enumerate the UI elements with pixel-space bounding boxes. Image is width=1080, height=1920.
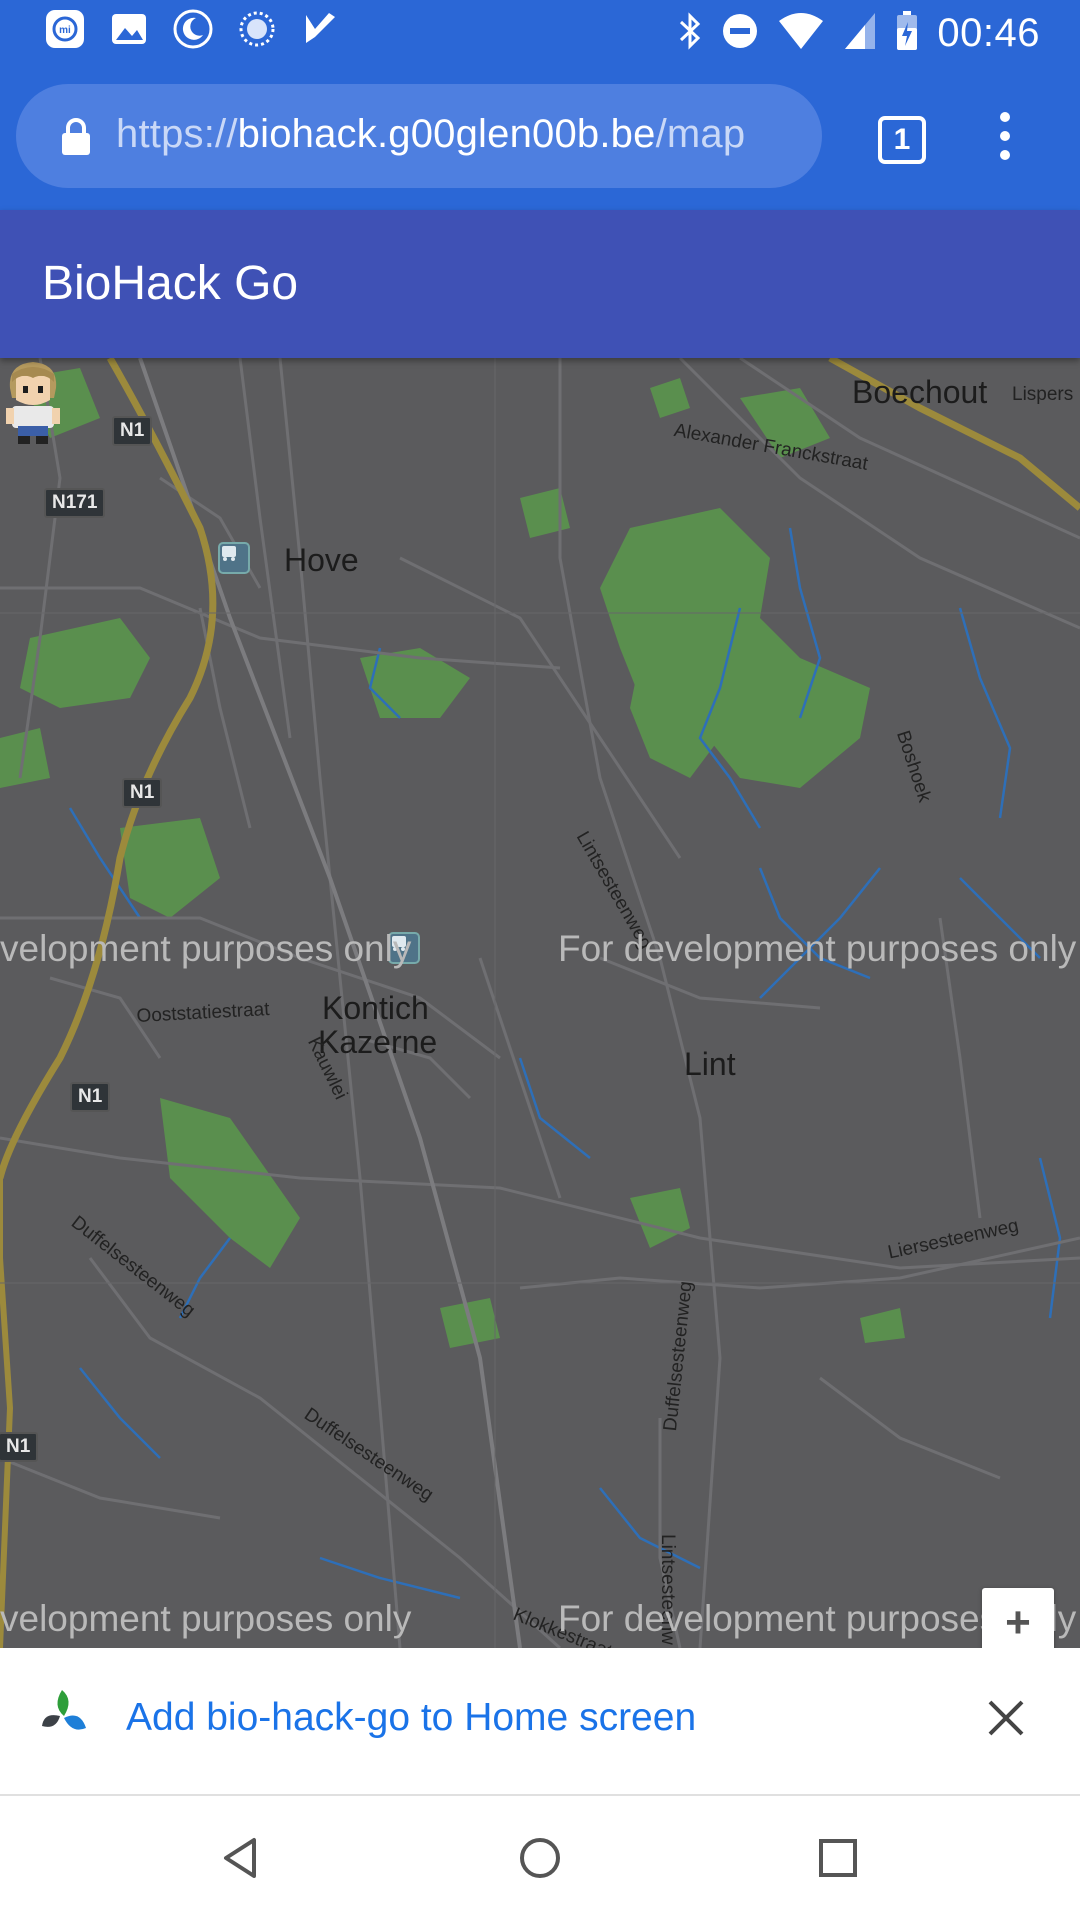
app-title: BioHack Go: [42, 257, 299, 310]
status-left-icons: mi: [44, 8, 342, 50]
system-nav-bar: [0, 1796, 1080, 1920]
place-label-lispers: Lispers: [1012, 384, 1074, 405]
place-label-kazerne: Kazerne: [318, 1024, 438, 1060]
wifi-icon: [777, 11, 825, 56]
browser-toolbar: https://biohack.g00glen00b.be/map 1: [0, 64, 1080, 210]
player-avatar-icon[interactable]: [0, 358, 66, 444]
road-shield-n1: N1: [122, 778, 163, 808]
status-bar: mi 00:46: [0, 0, 1080, 64]
road-shield-n1: N1: [112, 416, 153, 446]
check-icon: [300, 8, 342, 50]
status-right-icons: 00:46: [677, 10, 1040, 57]
place-label-boechout: Boechout: [852, 374, 988, 410]
dot-icon: [1000, 131, 1010, 141]
back-icon[interactable]: [218, 1834, 266, 1882]
url-scheme: https://: [116, 112, 238, 156]
dot-icon: [1000, 112, 1010, 122]
map-view[interactable]: N1 N171 N1 N1 N1 Boechout Lispers Hove K…: [0, 358, 1080, 1648]
bus-stop-icon: [218, 542, 250, 574]
app-bar: BioHack Go: [0, 210, 1080, 358]
url-path: /map: [655, 112, 746, 156]
place-label-hove: Hove: [284, 542, 359, 578]
home-icon[interactable]: [516, 1834, 564, 1882]
sync-icon: [236, 8, 278, 50]
dev-watermark: For development purposes only: [558, 928, 1077, 969]
battery-icon: [895, 10, 919, 57]
dev-watermark: velopment purposes only: [0, 1598, 412, 1639]
do-not-disturb-icon: [721, 12, 759, 55]
add-to-home-banner[interactable]: Add bio-hack-go to Home screen: [0, 1648, 1080, 1796]
url-bar[interactable]: https://biohack.g00glen00b.be/map: [16, 84, 822, 188]
place-label-lint: Lint: [684, 1046, 736, 1082]
map-tiles: [0, 358, 1080, 1648]
app-logo-icon: [42, 1690, 86, 1730]
gallery-icon: [108, 8, 150, 50]
browser-menu-button[interactable]: [996, 112, 1014, 160]
mi-icon: mi: [44, 8, 86, 50]
status-time: 00:46: [937, 11, 1040, 55]
close-icon[interactable]: [984, 1696, 1028, 1740]
tab-count: 1: [893, 123, 911, 156]
lock-icon: [60, 118, 92, 161]
svg-text:mi: mi: [59, 25, 71, 36]
url-host: biohack.g00glen00b.be: [237, 112, 656, 156]
dev-watermark: velopment purposes only: [0, 928, 412, 969]
bluetooth-icon: [677, 11, 703, 56]
add-to-home-text[interactable]: Add bio-hack-go to Home screen: [126, 1696, 696, 1740]
url-text[interactable]: https://biohack.g00glen00b.be/map: [116, 112, 745, 157]
place-label-kontich: Kontich: [322, 990, 429, 1026]
signal-icon: [843, 11, 877, 56]
road-shield-n171: N171: [44, 488, 106, 518]
dot-icon: [1000, 150, 1010, 160]
recents-icon[interactable]: [814, 1834, 862, 1882]
tab-switcher-button[interactable]: 1: [878, 116, 926, 164]
road-shield-n1: N1: [0, 1432, 39, 1462]
road-shield-n1: N1: [70, 1082, 111, 1112]
moon-icon: [172, 8, 214, 50]
zoom-in-button[interactable]: +: [982, 1588, 1054, 1648]
